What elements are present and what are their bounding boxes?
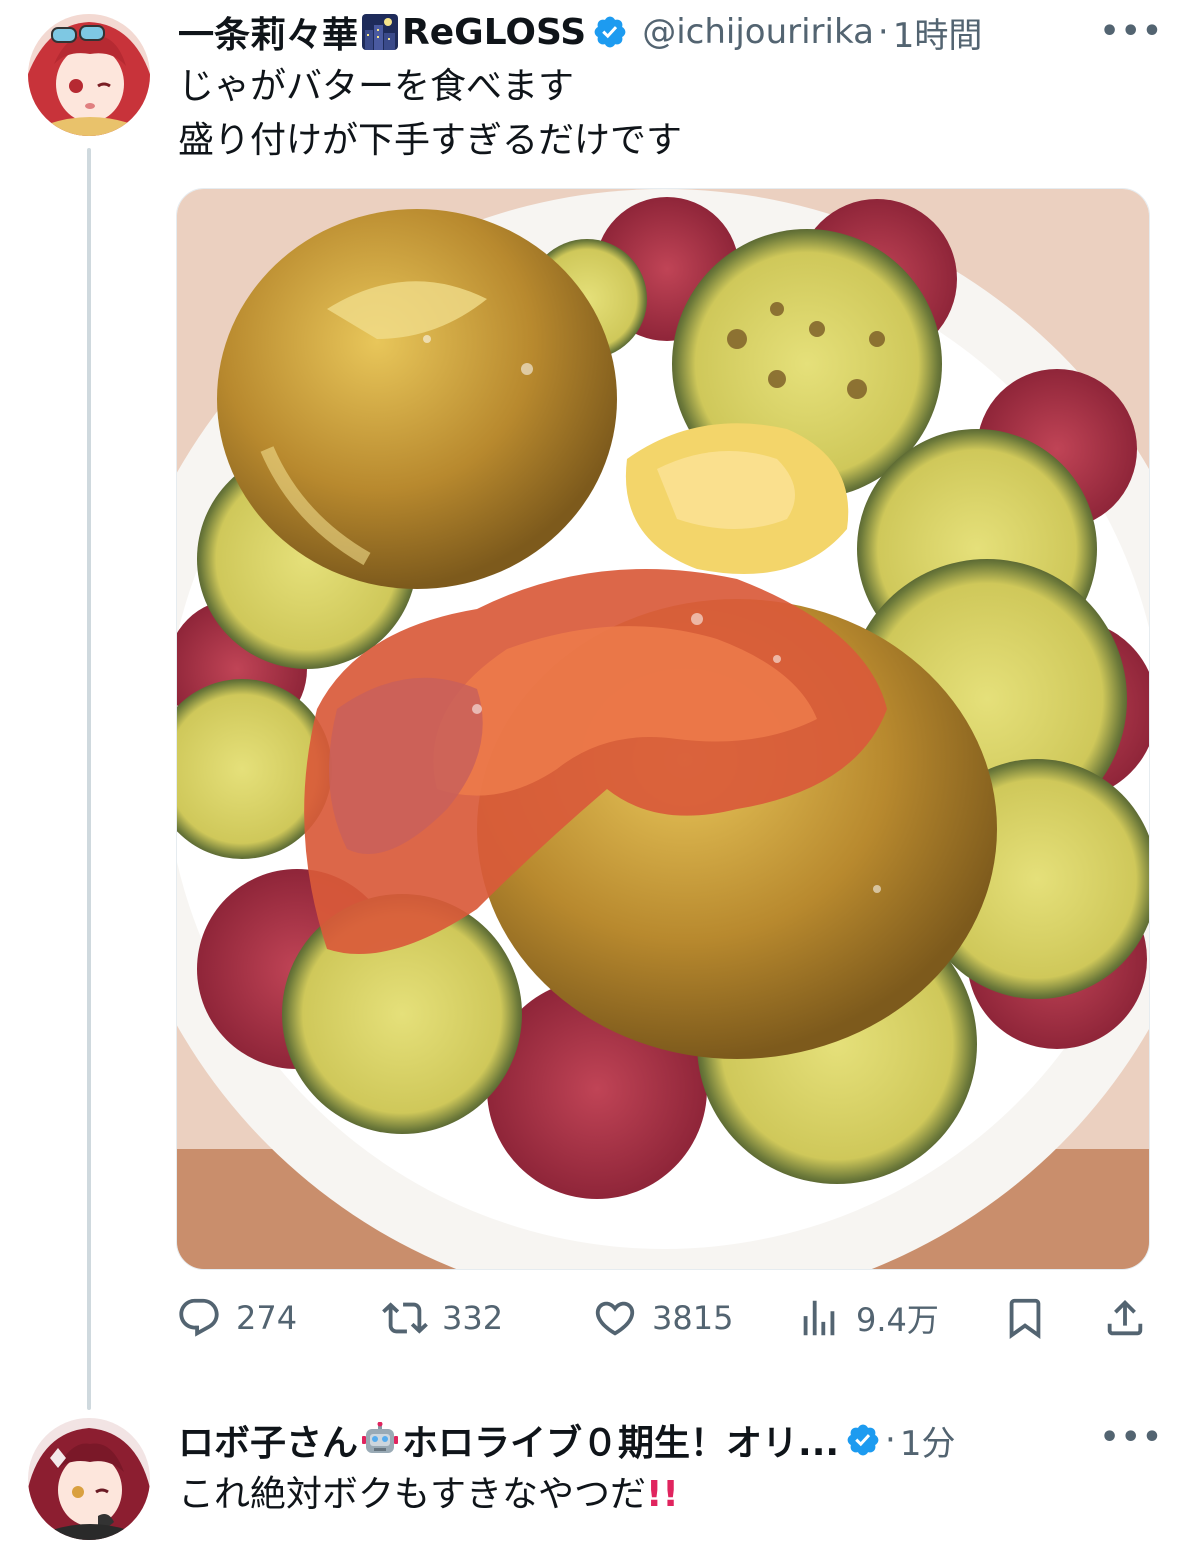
tweet-photo[interactable]: [176, 188, 1150, 1270]
reply-time[interactable]: 1分: [900, 1416, 956, 1465]
reply-icon: [179, 1298, 219, 1337]
author-avatar[interactable]: [28, 14, 150, 136]
reply-count: 274: [236, 1299, 298, 1337]
more-options-icon[interactable]: •••: [1100, 14, 1164, 49]
retweet-icon: [382, 1302, 428, 1334]
reply-header: ロボ子さん ホロライブ０期生！オリ... · 1分: [178, 1416, 956, 1465]
share-icon: [1107, 1299, 1143, 1336]
tweet-header: 一条莉々華 ReGLOSS @ichijouririka · 1時間: [178, 8, 983, 57]
retweet-button[interactable]: 332: [382, 1295, 503, 1341]
retweet-count: 332: [442, 1299, 504, 1337]
reply-author-suffix[interactable]: ホロライブ０期生！オリ...: [402, 1414, 839, 1466]
bookmark-button[interactable]: [1002, 1295, 1048, 1341]
share-button[interactable]: [1102, 1295, 1148, 1341]
verified-badge-icon: [592, 14, 628, 50]
double-exclamation-emoji: !!: [646, 1474, 679, 1515]
reply-text-content: これ絶対ボクもすきなやつだ: [178, 1474, 647, 1515]
author-name[interactable]: 一条莉々華: [178, 6, 358, 58]
views-button[interactable]: 9.4万: [796, 1295, 939, 1341]
heart-icon: [595, 1301, 635, 1336]
action-bar: 274 332 3815 9.4万: [176, 1295, 1150, 1345]
more-options-icon[interactable]: •••: [1100, 1420, 1164, 1455]
tweet-text-line: 盛り付けが下手すぎるだけです: [178, 120, 683, 161]
tweet-text: じゃがバターを食べます 盛り付けが下手すぎるだけです: [178, 60, 682, 168]
city-night-emoji: [362, 14, 399, 50]
tweet-time[interactable]: 1時間: [893, 8, 983, 57]
reply-button[interactable]: 274: [176, 1295, 297, 1341]
tweet-text-line: じゃがバターを食べます: [178, 66, 575, 107]
reply-text: これ絶対ボクもすきなやつだ!!: [178, 1468, 679, 1522]
reply-author-name[interactable]: ロボ子さん: [178, 1414, 358, 1466]
separator-dot: ·: [877, 12, 889, 52]
view-count: 9.4万: [856, 1301, 939, 1339]
analytics-icon: [803, 1300, 835, 1336]
like-count: 3815: [652, 1299, 734, 1337]
author-group-name[interactable]: ReGLOSS: [402, 12, 586, 53]
separator-dot: ·: [885, 1420, 896, 1460]
verified-badge-icon: [845, 1422, 881, 1458]
like-button[interactable]: 3815: [592, 1295, 733, 1341]
author-handle[interactable]: @ichijouririka: [642, 12, 874, 52]
robot-emoji: [362, 1421, 399, 1458]
bookmark-icon: [1009, 1298, 1041, 1339]
reply-author-avatar[interactable]: [28, 1418, 150, 1540]
thread-connector-line: [87, 148, 91, 1410]
